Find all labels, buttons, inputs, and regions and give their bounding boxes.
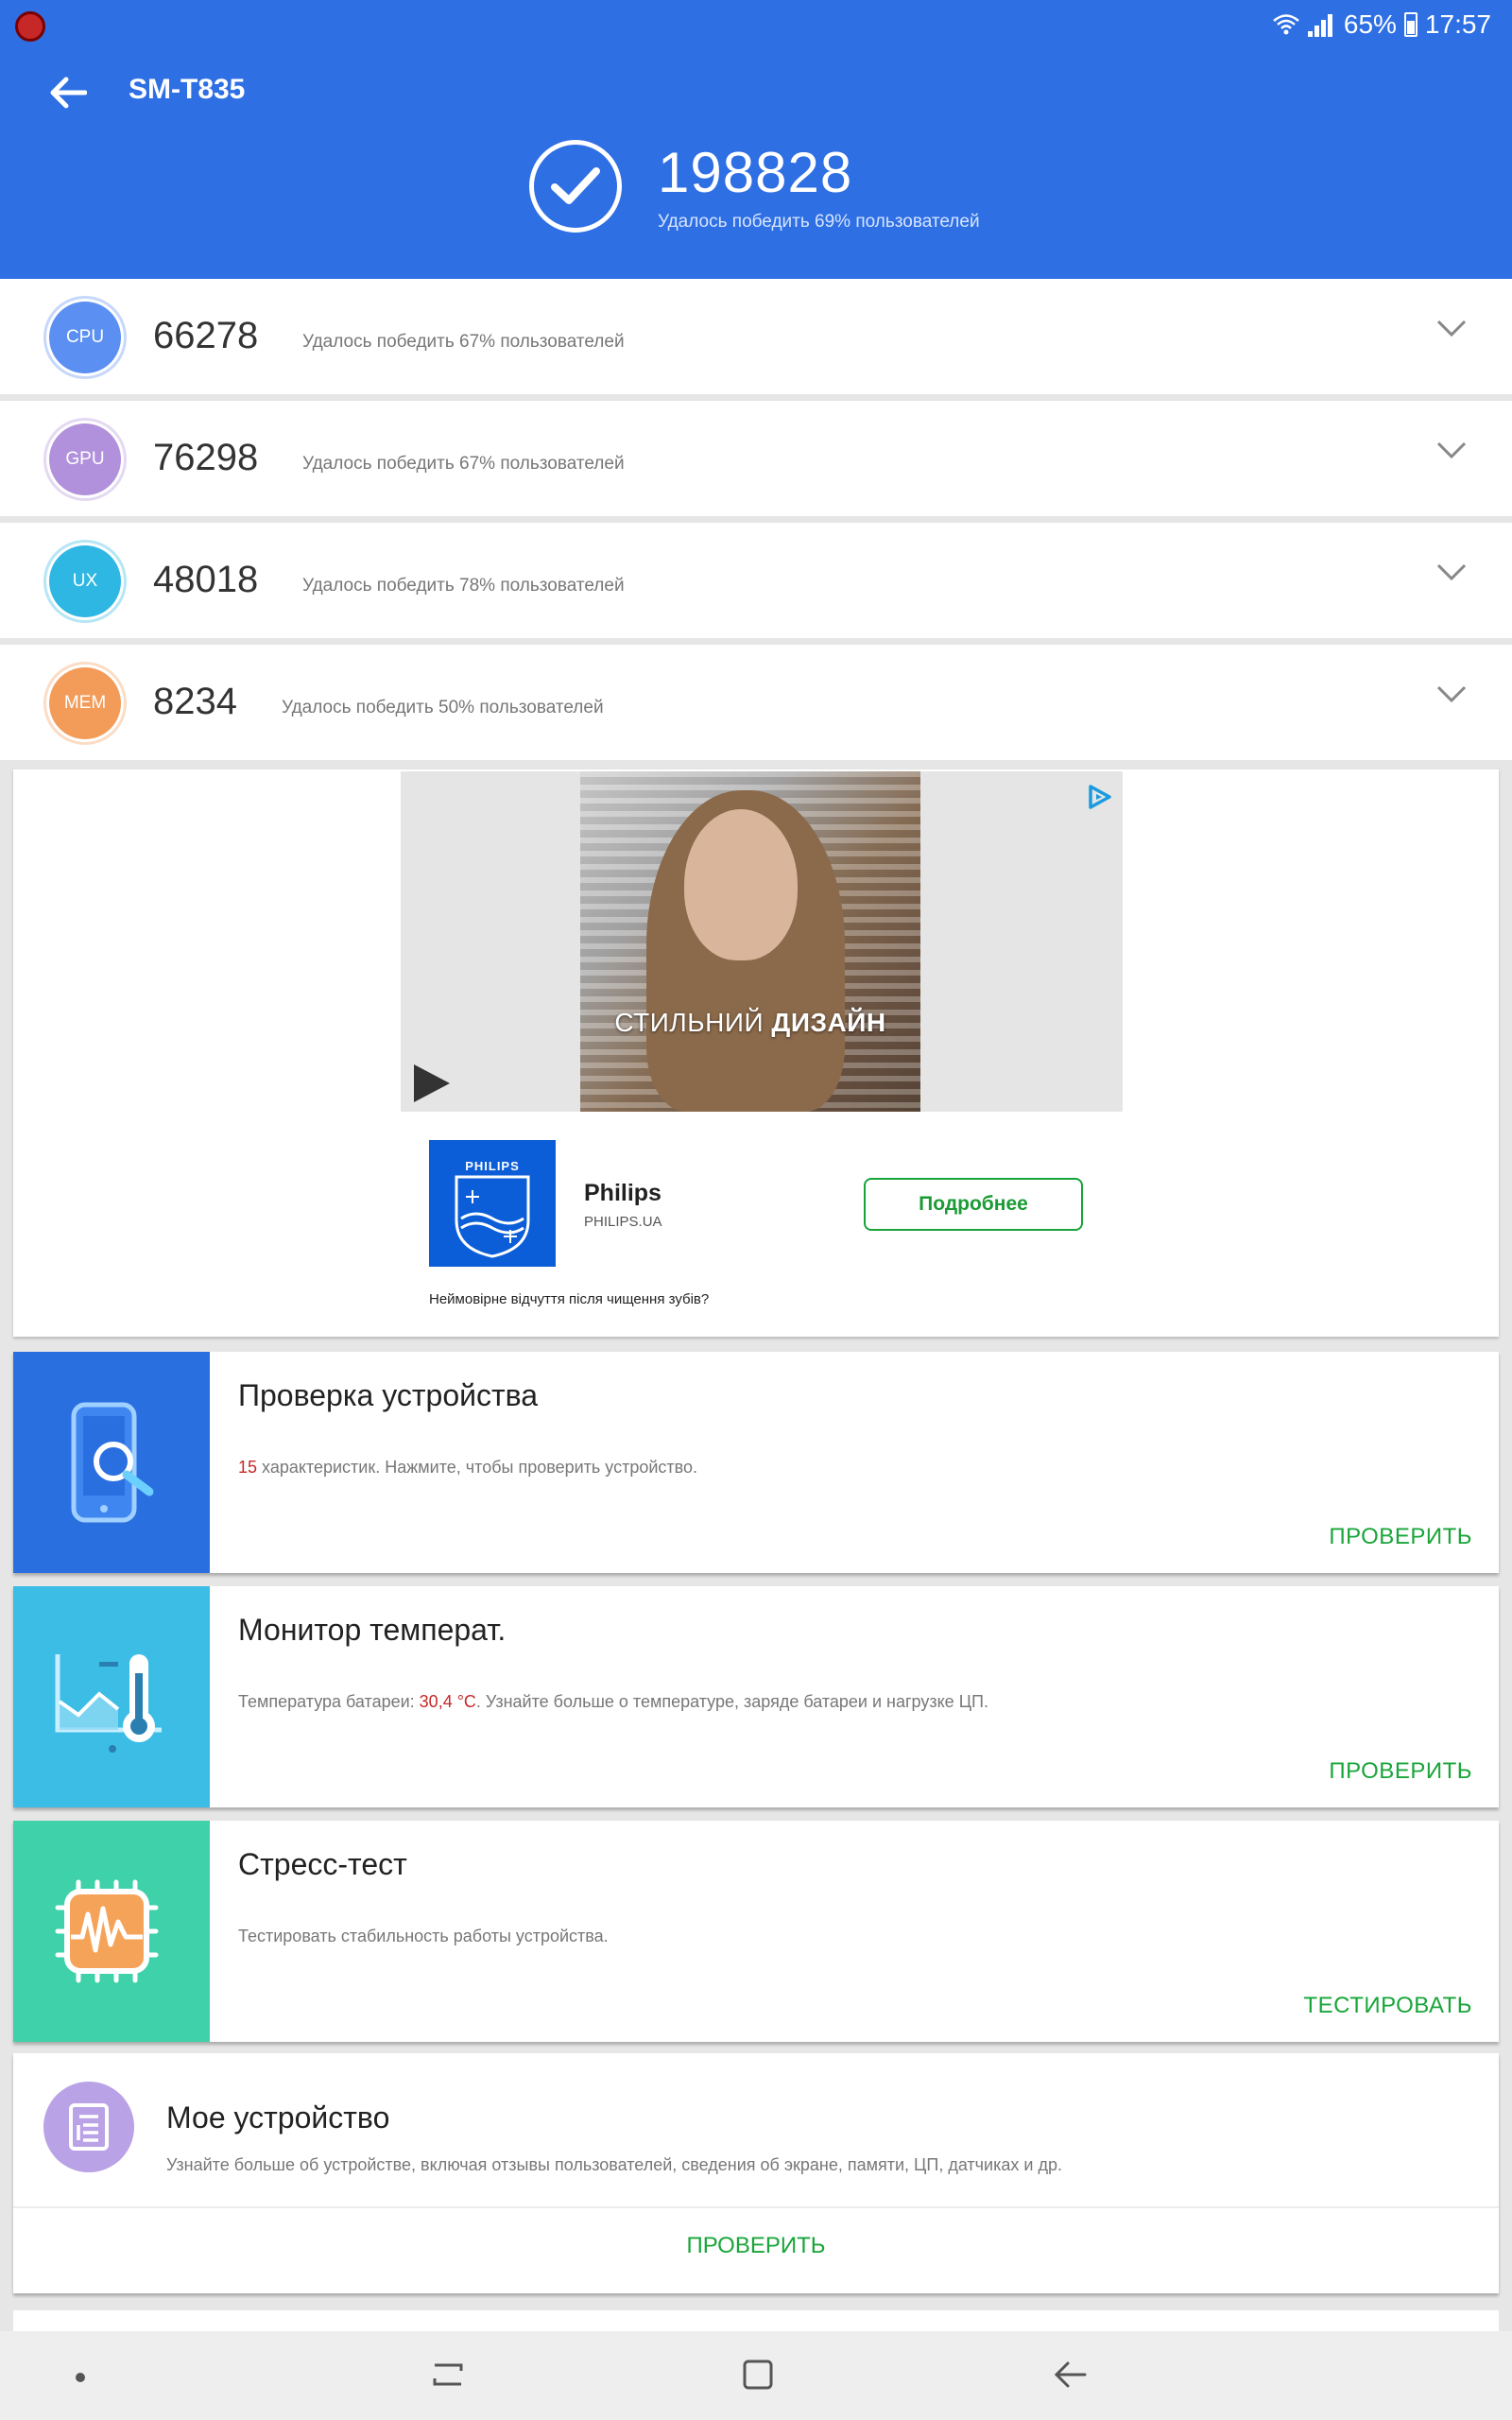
back-arrow-icon: [1054, 2361, 1087, 2388]
temperature-monitor-title: Монитор температ.: [238, 1613, 507, 1647]
ad-card[interactable]: СТИЛЬНИЙ ДИЗАЙН PHILIPS Philips PHILIPS.…: [13, 769, 1499, 1337]
temperature-monitor-card[interactable]: Монитор температ. Температура батареи: 3…: [13, 1586, 1499, 1807]
my-device-card[interactable]: Мое устройство Узнайте больше об устройс…: [13, 2053, 1499, 2293]
ad-caption: СТИЛЬНИЙ ДИЗАЙН: [614, 1008, 886, 1037]
philips-logo[interactable]: PHILIPS: [429, 1140, 556, 1267]
chevron-down-icon: [1436, 441, 1467, 459]
device-check-title: Проверка устройства: [238, 1378, 539, 1412]
recent-apps-button[interactable]: [425, 2352, 471, 2397]
ad-brand[interactable]: Philips: [584, 1180, 662, 1207]
device-title: SM-T835: [129, 74, 246, 105]
stress-test-button[interactable]: ТЕСТИРОВАТЬ: [1303, 1993, 1472, 2019]
check-icon: [529, 140, 622, 233]
document-icon: [43, 2082, 134, 2172]
my-device-desc: Узнайте больше об устройстве, включая от…: [166, 2155, 1062, 2174]
arrow-left-icon: [50, 77, 87, 109]
ad-domain[interactable]: PHILIPS.UA: [584, 1214, 662, 1230]
temperature-icon-box: [13, 1586, 210, 1807]
play-icon[interactable]: [414, 1064, 450, 1102]
nav-back-button[interactable]: [1047, 2352, 1092, 2397]
chevron-down-icon: [1436, 320, 1467, 337]
temperature-monitor-button[interactable]: ПРОВЕРИТЬ: [1329, 1758, 1472, 1785]
cpu-score-desc: Удалось победить 67% пользователей: [302, 332, 625, 352]
thermometer-chart-icon: [55, 1654, 162, 1753]
recent-apps-icon: [433, 2363, 463, 2386]
total-score: 198828: [658, 141, 853, 204]
divider: [13, 2206, 1499, 2208]
clock: 17:57: [1424, 9, 1491, 39]
adchoices-icon[interactable]: [1085, 783, 1113, 811]
nav-dot-icon[interactable]: [76, 2373, 85, 2382]
device-check-icon-box: [13, 1352, 210, 1573]
notification-icon: [15, 11, 45, 42]
stress-test-card[interactable]: Стресс-тест Тестировать стабильность раб…: [13, 1821, 1499, 2042]
score-row-ux[interactable]: UX 48018 Удалось победить 78% пользовате…: [0, 523, 1512, 638]
stress-test-icon-box: [13, 1821, 210, 2042]
score-row-mem[interactable]: MEM 8234 Удалось победить 50% пользовате…: [0, 645, 1512, 760]
temperature-monitor-desc: Температура батареи: 30,4 °C. Узнайте бо…: [238, 1692, 988, 1711]
chevron-down-icon: [1436, 563, 1467, 581]
cpu-score: 66278: [153, 315, 259, 356]
gpu-badge: GPU: [43, 418, 127, 501]
navigation-bar: [0, 2331, 1512, 2420]
mem-score: 8234: [153, 681, 237, 722]
my-device-button[interactable]: ПРОВЕРИТЬ: [13, 2233, 1499, 2259]
score-row-gpu[interactable]: GPU 76298 Удалось победить 67% пользоват…: [0, 401, 1512, 516]
ad-image: СТИЛЬНИЙ ДИЗАЙН: [580, 771, 920, 1112]
ad-more-button[interactable]: Подробнее: [864, 1178, 1083, 1231]
score-row-cpu[interactable]: CPU 66278 Удалось победить 67% пользоват…: [0, 279, 1512, 394]
phone-search-icon: [71, 1402, 154, 1523]
header: 65% 17:57 SM-T835 198828 Удалось победит…: [0, 0, 1512, 279]
mem-badge: MEM: [43, 662, 127, 745]
signal-icon: [1307, 12, 1336, 37]
total-score-subtitle: Удалось победить 69% пользователей: [658, 212, 980, 232]
ad-video[interactable]: СТИЛЬНИЙ ДИЗАЙН: [401, 771, 1123, 1112]
philips-shield-icon: [455, 1175, 530, 1258]
gpu-score-desc: Удалось победить 67% пользователей: [302, 454, 625, 474]
device-check-button[interactable]: ПРОВЕРИТЬ: [1329, 1524, 1472, 1550]
home-square-icon: [743, 2360, 773, 2390]
stress-test-desc: Тестировать стабильность работы устройст…: [238, 1927, 609, 1945]
back-button[interactable]: [42, 66, 94, 119]
mem-score-desc: Удалось победить 50% пользователей: [282, 698, 604, 717]
chip-icon: [55, 1879, 159, 1983]
battery-percent: 65%: [1343, 9, 1397, 39]
wifi-icon: [1273, 14, 1299, 35]
home-button[interactable]: [735, 2352, 781, 2397]
gpu-score: 76298: [153, 437, 259, 478]
device-check-desc: 15 характеристик. Нажмите, чтобы провери…: [238, 1458, 698, 1477]
status-bar: 65% 17:57: [0, 0, 1512, 49]
ad-text[interactable]: Неймовірне відчуття після чищення зубів?: [429, 1291, 709, 1307]
cpu-badge: CPU: [43, 296, 127, 379]
chevron-down-icon: [1436, 685, 1467, 703]
ux-score: 48018: [153, 559, 259, 600]
ux-score-desc: Удалось победить 78% пользователей: [302, 576, 625, 596]
stress-test-title: Стресс-тест: [238, 1847, 407, 1881]
battery-icon: [1403, 12, 1418, 37]
status-indicators: 65% 17:57: [1272, 8, 1491, 42]
device-check-card[interactable]: Проверка устройства 15 характеристик. На…: [13, 1352, 1499, 1573]
my-device-title: Мое устройство: [166, 2100, 390, 2135]
ux-badge: UX: [43, 540, 127, 623]
